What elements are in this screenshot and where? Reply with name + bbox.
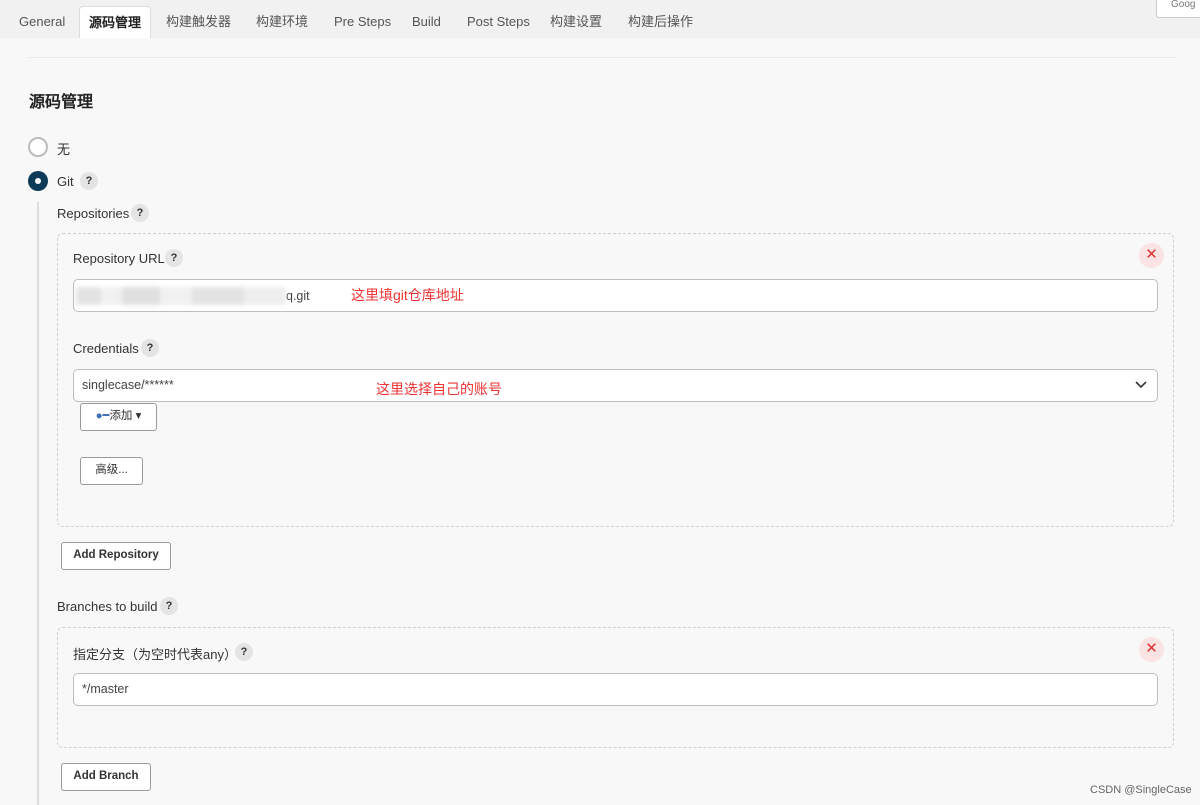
help-icon[interactable]: ?	[131, 204, 149, 222]
tab-build[interactable]: Build	[403, 6, 450, 38]
remove-repository-close-icon[interactable]: ✕	[1139, 243, 1164, 268]
tab-pre-steps[interactable]: Pre Steps	[325, 6, 400, 38]
add-repository-button[interactable]: Add Repository	[61, 542, 171, 570]
radio-none-label: 无	[57, 142, 71, 157]
tab-post-steps[interactable]: Post Steps	[458, 6, 539, 38]
advanced-button[interactable]: 高级...	[80, 457, 143, 485]
divider	[28, 57, 1175, 58]
credentials-select[interactable]: singlecase/******	[73, 369, 1158, 402]
repository-url-label: Repository URL	[73, 251, 165, 266]
repository-url-value: q.git	[286, 289, 310, 303]
add-branch-button[interactable]: Add Branch	[61, 763, 151, 791]
credentials-annotation: 这里选择自己的账号	[376, 381, 502, 397]
help-icon[interactable]: ?	[160, 597, 178, 615]
branch-specifier-label: 指定分支（为空时代表any）	[73, 647, 237, 662]
branches-label: Branches to build	[57, 599, 158, 614]
tab-build-triggers[interactable]: 构建触发器	[157, 6, 240, 38]
redacted-url	[76, 287, 286, 305]
section-title: 源码管理	[29, 94, 94, 111]
git-section-line	[37, 202, 39, 805]
help-icon[interactable]: ?	[165, 249, 183, 267]
help-icon[interactable]: ?	[80, 172, 98, 190]
help-icon[interactable]: ?	[141, 339, 159, 357]
chevron-down-icon	[1135, 381, 1147, 389]
top-right-button[interactable]: Goog	[1156, 0, 1200, 18]
tab-build-settings[interactable]: 构建设置	[541, 6, 611, 38]
branch-specifier-input[interactable]: */master	[73, 673, 1158, 706]
tab-source-code[interactable]: 源码管理	[79, 6, 152, 38]
watermark: CSDN @SingleCase	[1090, 784, 1192, 796]
repositories-label: Repositories	[57, 206, 130, 221]
key-icon: ●━	[95, 410, 110, 422]
add-credentials-button[interactable]: ●━添加 ▾	[80, 403, 157, 431]
remove-branch-close-icon[interactable]: ✕	[1139, 637, 1164, 662]
tab-post-build-actions[interactable]: 构建后操作	[619, 6, 702, 38]
tab-build-environment[interactable]: 构建环境	[247, 6, 317, 38]
help-icon[interactable]: ?	[235, 643, 253, 661]
credentials-label: Credentials	[73, 341, 139, 356]
radio-none[interactable]	[28, 137, 48, 157]
tab-general[interactable]: General	[10, 6, 74, 38]
tab-bar: General 源码管理 构建触发器 构建环境 Pre Steps Build …	[0, 0, 1200, 38]
radio-git[interactable]	[28, 171, 48, 191]
credentials-value: singlecase/******	[82, 378, 174, 392]
caret-down-icon: ▾	[135, 410, 142, 422]
url-annotation: 这里填git仓库地址	[351, 287, 464, 303]
radio-git-label: Git	[57, 174, 74, 189]
